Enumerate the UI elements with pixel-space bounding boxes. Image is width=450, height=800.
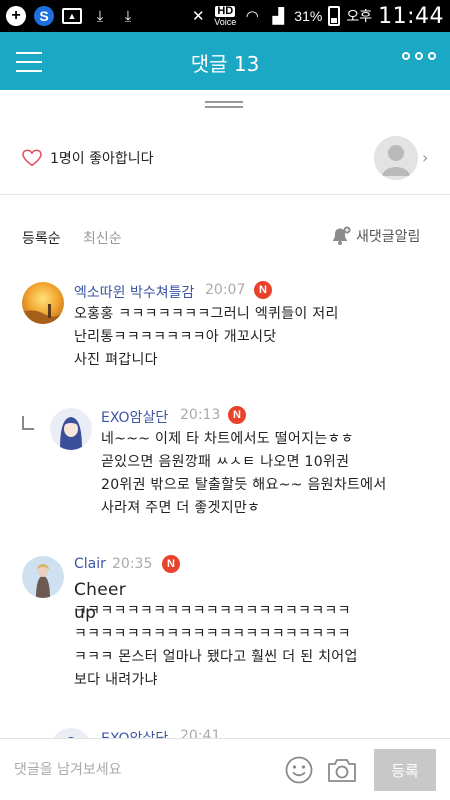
girl-avatar[interactable] xyxy=(50,408,92,450)
status-bar: + S ▲ ⤓ ⤓ ✕ HD Voice ◠ ▟ 31% 오후 11:44 xyxy=(0,0,450,32)
new-comment-alert-label: 새댓글알림 xyxy=(356,229,421,245)
comment-text: 네~~~ 이제 타 차트에서도 떨어지는ㅎㅎ 곧있으면 음원깡패 ㅆㅅㅌ 나오면… xyxy=(101,431,387,516)
hd-label: HD xyxy=(215,4,236,17)
new-comment-alert-toggle[interactable]: 새댓글알림 xyxy=(330,226,420,246)
comment-time: 20:35 xyxy=(112,556,153,572)
app-header: 댓글 13 xyxy=(0,32,450,90)
ampm-label: 오후 xyxy=(346,8,373,24)
submit-comment-button[interactable]: 등록 xyxy=(374,749,436,791)
camera-icon[interactable] xyxy=(326,756,358,784)
comment-time: 20:13 xyxy=(180,407,221,423)
sort-bar: 등록순 최신순 새댓글알림 xyxy=(0,220,450,252)
likes-row[interactable]: 1명이 좋아합니다 › xyxy=(0,130,450,186)
more-options-icon[interactable] xyxy=(402,52,436,60)
new-badge: N xyxy=(162,555,180,573)
comment-author[interactable]: Clair xyxy=(74,556,106,572)
comment-author[interactable]: 엑소따윈 박수쳐틀감 xyxy=(74,282,194,302)
hd-voice-icon: HD Voice xyxy=(214,4,237,27)
likes-count-text: 1명이 좋아합니다 xyxy=(50,151,154,167)
app-s-icon: S xyxy=(34,6,54,26)
divider xyxy=(0,194,450,195)
comment-text: 오홍홍 ㅋㅋㅋㅋㅋㅋㅋ그러니 엑퀴들이 저리 난리통ㅋㅋㅋㅋㅋㅋㅋ아 개꼬시닷 … xyxy=(74,306,339,368)
person-avatar[interactable] xyxy=(22,556,64,598)
comment-author[interactable]: EXO암살단 xyxy=(101,407,168,427)
image-icon: ▲ xyxy=(62,8,82,24)
download-icon-2: ⤓ xyxy=(124,7,132,25)
battery-percent: 31% xyxy=(294,8,323,24)
chevron-right-icon: › xyxy=(422,148,429,167)
comment-composer: 등록 xyxy=(0,738,450,800)
battery-icon xyxy=(328,6,341,26)
new-badge: N xyxy=(254,281,272,299)
emoji-icon[interactable] xyxy=(284,755,314,785)
comment-input[interactable] xyxy=(14,755,274,785)
drag-handle-icon[interactable] xyxy=(205,101,243,109)
voice-label: Voice xyxy=(214,16,237,27)
bell-icon xyxy=(333,226,351,245)
mute-icon: ✕ xyxy=(191,8,205,25)
new-badge: N xyxy=(228,406,246,424)
default-user-icon xyxy=(374,136,418,180)
page-title: 댓글 13 xyxy=(190,52,260,76)
add-notification-icon: + xyxy=(6,6,26,26)
download-icon: ⤓ xyxy=(96,7,104,25)
signal-icon: ▟ xyxy=(272,8,285,25)
sort-tab-registered[interactable]: 등록순 xyxy=(22,228,61,248)
reply-indicator-icon xyxy=(22,416,34,430)
sunset-avatar[interactable] xyxy=(22,282,64,324)
comment-time: 20:07 xyxy=(205,282,246,298)
comment-text: ㅋㅋㅋㅋㅋㅋㅋㅋㅋㅋㅋㅋㅋㅋㅋㅋㅋㅋㅋㅋㅋ ㅋㅋㅋㅋㅋㅋㅋㅋㅋㅋㅋㅋㅋㅋㅋㅋㅋㅋ… xyxy=(74,603,358,688)
sort-tab-latest[interactable]: 최신순 xyxy=(83,228,122,248)
clock: 11:44 xyxy=(378,3,444,29)
liker-avatar[interactable] xyxy=(374,136,418,180)
heart-icon[interactable] xyxy=(22,149,42,167)
wifi-icon: ◠ xyxy=(245,8,259,25)
